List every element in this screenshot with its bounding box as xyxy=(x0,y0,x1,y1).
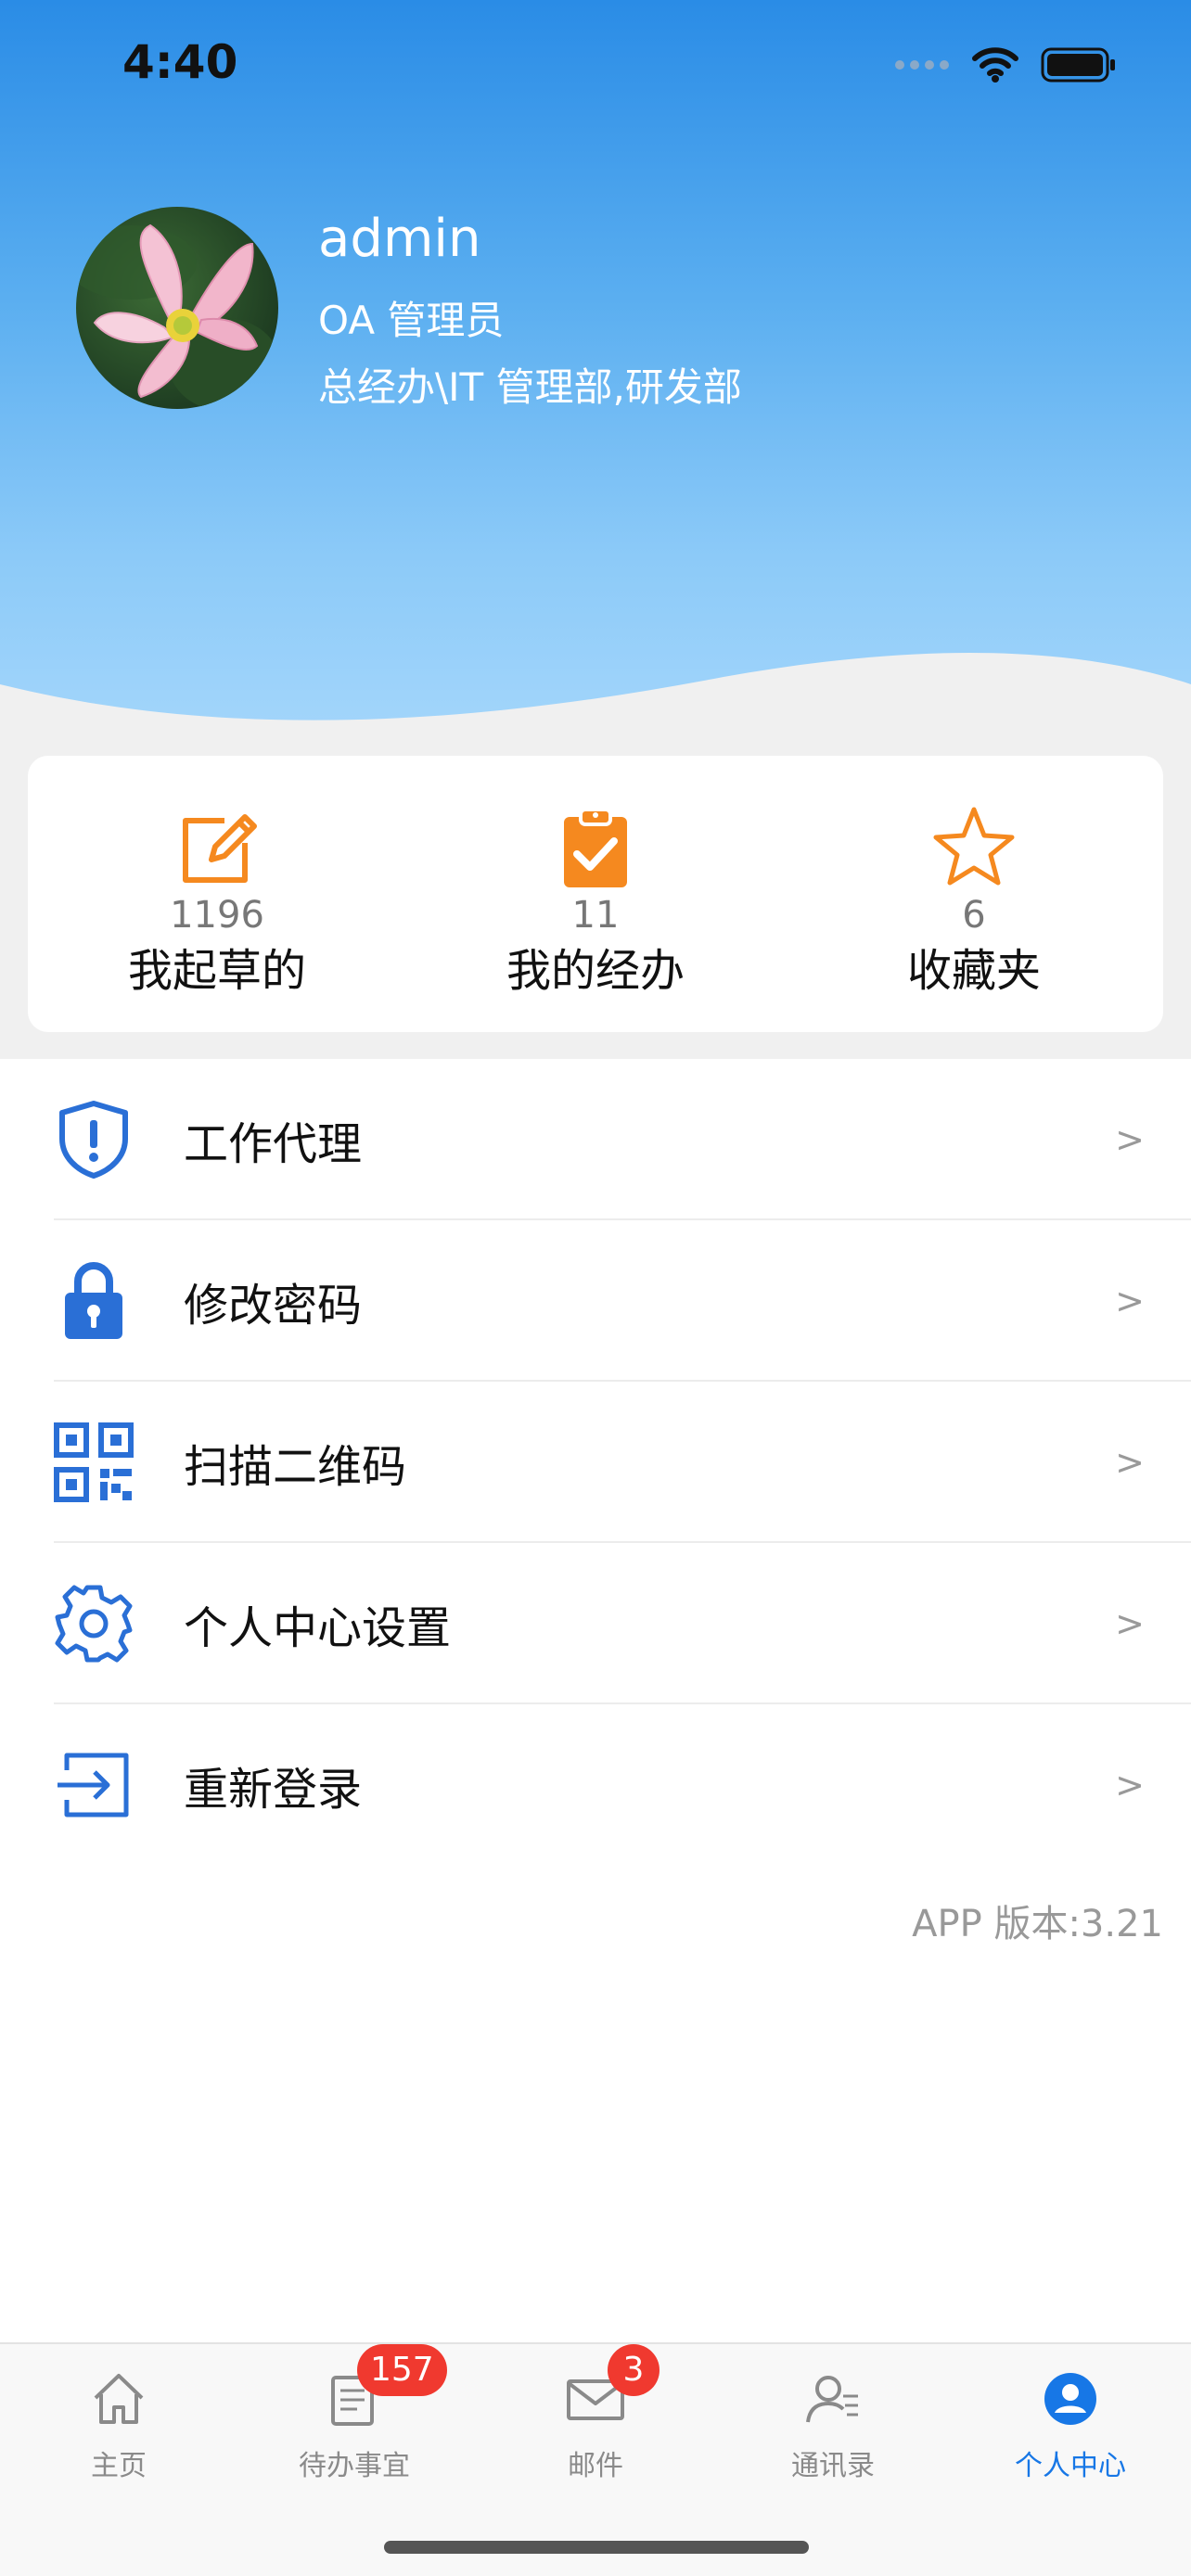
mail-badge: 3 xyxy=(608,2344,660,2396)
chevron-right-icon: > xyxy=(1115,1603,1145,1644)
battery-icon xyxy=(1041,47,1115,83)
contacts-icon xyxy=(806,2376,858,2423)
menu-item-work-proxy[interactable]: 工作代理 > xyxy=(0,1059,1191,1220)
edit-icon xyxy=(183,814,257,883)
tab-todo[interactable]: 157 待办事宜 xyxy=(280,2344,447,2483)
lotus-photo xyxy=(76,223,278,409)
menu-label: 工作代理 xyxy=(184,1118,363,1170)
todo-badge: 157 xyxy=(357,2344,447,2396)
stat-count: 1196 xyxy=(170,894,264,937)
stat-label: 收藏夹 xyxy=(906,945,1041,997)
menu-label: 个人中心设置 xyxy=(184,1602,452,1654)
profile-role: OA 管理员 xyxy=(318,298,505,343)
tab-label: 个人中心 xyxy=(1015,2450,1126,2482)
clipboard-check-icon xyxy=(564,808,627,887)
qr-code-icon xyxy=(54,1422,134,1502)
home-icon xyxy=(94,2374,144,2424)
tab-home[interactable]: 主页 xyxy=(45,2368,193,2483)
menu-item-change-password[interactable]: 修改密码 > xyxy=(0,1220,1191,1382)
menu-label: 扫描二维码 xyxy=(184,1441,407,1493)
chevron-right-icon: > xyxy=(1115,1765,1145,1805)
mail-icon-wrap: 3 xyxy=(565,2344,660,2429)
profile-name: admin xyxy=(318,209,481,269)
todo-icon-wrap: 157 xyxy=(324,2344,447,2429)
tab-label: 邮件 xyxy=(568,2450,623,2482)
tab-label: 主页 xyxy=(91,2450,147,2482)
gear-icon xyxy=(54,1584,134,1664)
stat-label: 我起草的 xyxy=(127,945,306,997)
tab-label: 待办事宜 xyxy=(299,2450,410,2482)
chevron-right-icon: > xyxy=(1115,1442,1145,1483)
logout-icon xyxy=(54,1745,134,1825)
avatar[interactable] xyxy=(76,207,278,409)
shield-alert-icon xyxy=(54,1100,134,1180)
stat-count: 11 xyxy=(571,894,620,937)
tab-contacts[interactable]: 通讯录 xyxy=(759,2368,907,2483)
stat-label: 我的经办 xyxy=(506,945,685,997)
chevron-right-icon: > xyxy=(1115,1119,1145,1160)
tab-profile[interactable]: 个人中心 xyxy=(996,2368,1145,2483)
menu-label: 修改密码 xyxy=(184,1280,363,1332)
settings-menu: 工作代理 > 修改密码 > 扫描二维码 > 个人中心设置 > 重新登录 > xyxy=(0,1059,1191,1866)
tab-mail[interactable]: 3 邮件 xyxy=(521,2344,670,2483)
menu-item-personal-settings[interactable]: 个人中心设置 > xyxy=(0,1543,1191,1704)
tab-label: 通讯录 xyxy=(791,2450,875,2482)
menu-item-scan-qr[interactable]: 扫描二维码 > xyxy=(0,1382,1191,1543)
stats-card: 1196 我起草的 11 我的经办 6 收藏夹 xyxy=(28,756,1163,1032)
stat-drafted[interactable]: 1196 我起草的 xyxy=(28,756,406,1032)
user-icon xyxy=(1044,2373,1096,2425)
stat-handled[interactable]: 11 我的经办 xyxy=(406,756,785,1032)
chevron-right-icon: > xyxy=(1115,1281,1145,1321)
lock-icon xyxy=(54,1261,134,1341)
stat-count: 6 xyxy=(962,894,986,937)
signal-icon xyxy=(895,60,949,70)
profile-department: 总经办\IT 管理部,研发部 xyxy=(318,364,742,410)
stat-favorites[interactable]: 6 收藏夹 xyxy=(785,756,1163,1032)
menu-label: 重新登录 xyxy=(184,1764,363,1816)
menu-item-relogin[interactable]: 重新登录 > xyxy=(0,1704,1191,1866)
app-version: APP 版本:3.21 xyxy=(912,1903,1163,1945)
wifi-icon xyxy=(972,47,1018,83)
star-icon xyxy=(933,807,1015,886)
home-indicator xyxy=(384,2541,809,2554)
status-icons xyxy=(894,46,1117,83)
status-time: 4:40 xyxy=(122,35,238,89)
